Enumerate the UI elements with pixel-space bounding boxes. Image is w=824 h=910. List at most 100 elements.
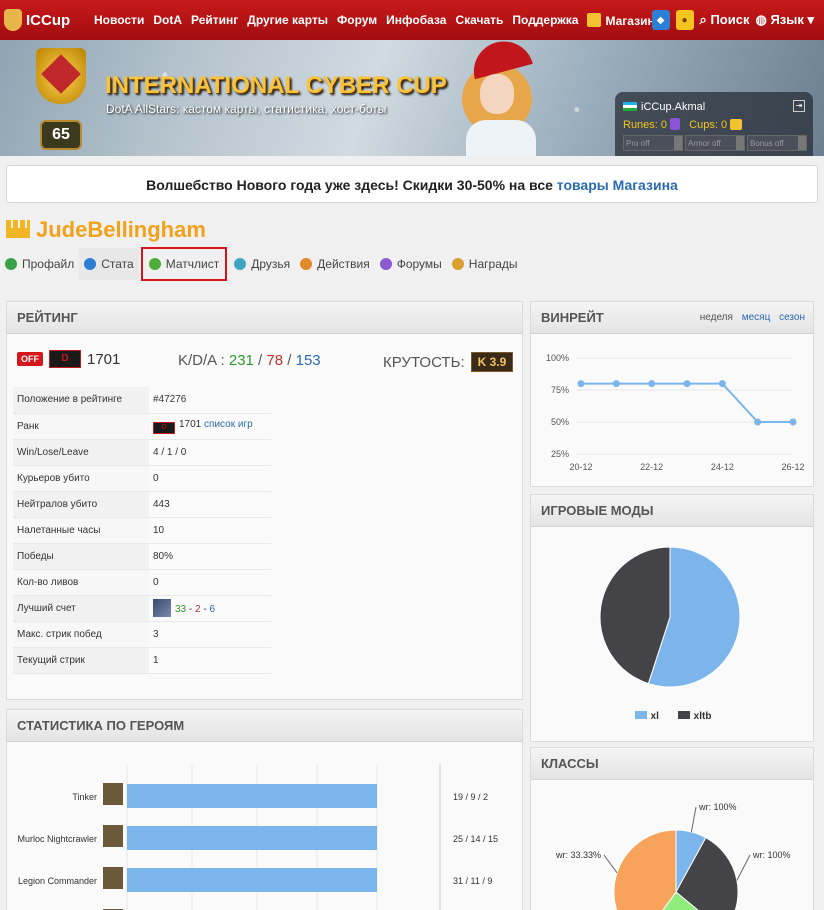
bonus-slot[interactable]: Bonus off xyxy=(747,135,807,151)
client-icon[interactable]: ◆ xyxy=(651,10,670,30)
nav-shop[interactable]: Магазин xyxy=(587,12,655,28)
nav-other-maps[interactable]: Другие карты xyxy=(247,13,328,27)
nav-forum[interactable]: Форум xyxy=(337,13,377,27)
level-badge: 65 xyxy=(40,120,82,150)
row-value: 1 xyxy=(149,647,271,674)
slot-knob xyxy=(798,136,806,150)
site-logo[interactable]: ICCup xyxy=(4,9,94,31)
legend-label: xltb xyxy=(693,711,712,722)
nav-right: ◆ ● ⌕ Поиск ◍ Язык ▾ xyxy=(651,10,814,30)
games-list-link[interactable]: список игр xyxy=(204,419,253,430)
coolness: КРУТОСТЬ: K 3.9 xyxy=(383,352,514,372)
row-label: Кол-во ливов xyxy=(13,569,149,596)
profile-username: JudeBellingham xyxy=(36,217,206,242)
rank-icon: D xyxy=(153,421,175,434)
table-row: Кол-во ливов 0 xyxy=(13,569,271,596)
period-toggle: неделя месяц сезон xyxy=(694,302,805,334)
stats-tab-icon xyxy=(84,258,97,270)
legend-swatch xyxy=(634,711,647,719)
rank-value: 1701 xyxy=(179,418,202,430)
winrate-point xyxy=(648,380,656,388)
nav-rating[interactable]: Рейтинг xyxy=(191,13,238,27)
legend-xl[interactable]: xl xyxy=(634,711,659,722)
tab-forums-label: Форумы xyxy=(396,257,442,271)
legend-xltb[interactable]: xltb xyxy=(677,711,712,722)
pro-slot[interactable]: Pro off xyxy=(623,135,683,151)
profile-icon[interactable]: ● xyxy=(675,10,694,30)
nav-download[interactable]: Скачать xyxy=(455,13,503,27)
tab-friends[interactable]: Друзья xyxy=(229,248,295,280)
top-navigation: ICCup Новости DotA Рейтинг Другие карты … xyxy=(0,0,824,40)
bonus-slot-label: Bonus off xyxy=(750,139,784,148)
nav-shop-label: Магазин xyxy=(605,13,655,28)
armor-slot[interactable]: Armor off xyxy=(685,135,745,151)
nav-links: Новости DotA Рейтинг Другие карты Форум … xyxy=(94,12,664,28)
flag-icon xyxy=(623,102,637,111)
winrate-point xyxy=(789,418,797,426)
kda-label: K/D/A : xyxy=(178,352,225,369)
user-currency: Runes: 0 Cups: 0 xyxy=(623,118,743,131)
tab-matchlist[interactable]: Матчлист xyxy=(140,247,228,281)
friends-tab-icon xyxy=(234,258,247,270)
table-row: Макс. стрик побед 3 xyxy=(13,621,271,648)
language-label: Язык xyxy=(770,12,804,27)
tab-actions[interactable]: Действия xyxy=(295,248,375,280)
hero-icon[interactable] xyxy=(153,599,171,617)
heroes-title: Статистика по героям xyxy=(7,710,522,742)
label-connector xyxy=(736,854,751,881)
best-kills: 33 xyxy=(175,604,187,615)
legend-swatch xyxy=(677,711,690,719)
character-face xyxy=(480,74,514,114)
pro-slot-label: Pro off xyxy=(626,139,650,148)
coolness-label: КРУТОСТЬ: xyxy=(383,353,465,371)
tab-awards-label: Награды xyxy=(468,257,518,271)
logout-icon[interactable]: ⇥ xyxy=(793,100,805,112)
hero-score: 19 / 9 / 2 xyxy=(453,792,488,802)
tab-forums[interactable]: Форумы xyxy=(375,248,447,280)
winrate-head: Винрейт неделя месяц сезон xyxy=(531,302,813,334)
row-label: Ранк xyxy=(13,413,149,440)
y-tick-label: 50% xyxy=(551,417,569,427)
row-label: Налетанные часы xyxy=(13,517,149,544)
character-body xyxy=(466,120,536,156)
row-label: Win/Lose/Leave xyxy=(13,439,149,466)
hero-bar xyxy=(127,826,377,850)
tab-actions-label: Действия xyxy=(317,257,370,271)
user-name[interactable]: iCCup.Akmal xyxy=(623,101,705,113)
label-connector xyxy=(690,806,697,833)
tab-awards[interactable]: Награды xyxy=(447,248,523,280)
promo-shop-link[interactable]: товары Магазина xyxy=(557,177,678,193)
winrate-point xyxy=(754,418,762,426)
nav-dota[interactable]: DotA xyxy=(153,13,182,27)
classes-title: Классы xyxy=(531,748,813,780)
class-slice xyxy=(613,829,677,910)
best-deaths: 2 xyxy=(195,604,201,615)
hero-score: 31 / 11 / 9 xyxy=(453,876,492,886)
best-assists: 6 xyxy=(209,604,216,615)
hero-name: Tinker xyxy=(72,792,97,802)
row-label: Курьеров убито xyxy=(13,465,149,492)
nav-news[interactable]: Новости xyxy=(94,13,144,27)
rating-title: Рейтинг xyxy=(7,302,522,334)
user-panel: iCCup.Akmal ⇥ Runes: 0 Cups: 0 Pro off A… xyxy=(615,92,813,156)
toggle-week[interactable]: неделя xyxy=(700,312,733,323)
table-row: Курьеров убито 0 xyxy=(13,465,271,492)
toggle-month[interactable]: месяц xyxy=(742,312,771,323)
row-value: 80% xyxy=(149,543,271,570)
hero-name: Murloc Nightcrawler xyxy=(17,834,97,844)
row-label: Макс. стрик побед xyxy=(13,621,149,648)
tab-profile[interactable]: Профайл xyxy=(0,248,79,280)
tab-stats[interactable]: Стата xyxy=(79,248,139,280)
nav-infobase[interactable]: Инфобаза xyxy=(386,13,446,27)
row-value: 4 / 1 / 0 xyxy=(149,439,271,466)
slot-knob xyxy=(674,136,682,150)
banner-title[interactable]: INTERNATIONAL CYBER CUP xyxy=(105,72,447,100)
banner-character xyxy=(440,40,560,156)
promo-text: Волшебство Нового года уже здесь! Скидки… xyxy=(146,177,557,193)
language-select[interactable]: ◍ Язык ▾ xyxy=(755,12,814,28)
search-link[interactable]: ⌕ Поиск xyxy=(700,12,750,28)
kda-kills: 231 xyxy=(228,352,254,369)
nav-support[interactable]: Поддержка xyxy=(512,13,578,27)
rating-panel: Рейтинг OFF D 1701 K/D/A : 231 / 78 / 15… xyxy=(6,301,523,700)
toggle-season[interactable]: сезон xyxy=(779,312,805,323)
